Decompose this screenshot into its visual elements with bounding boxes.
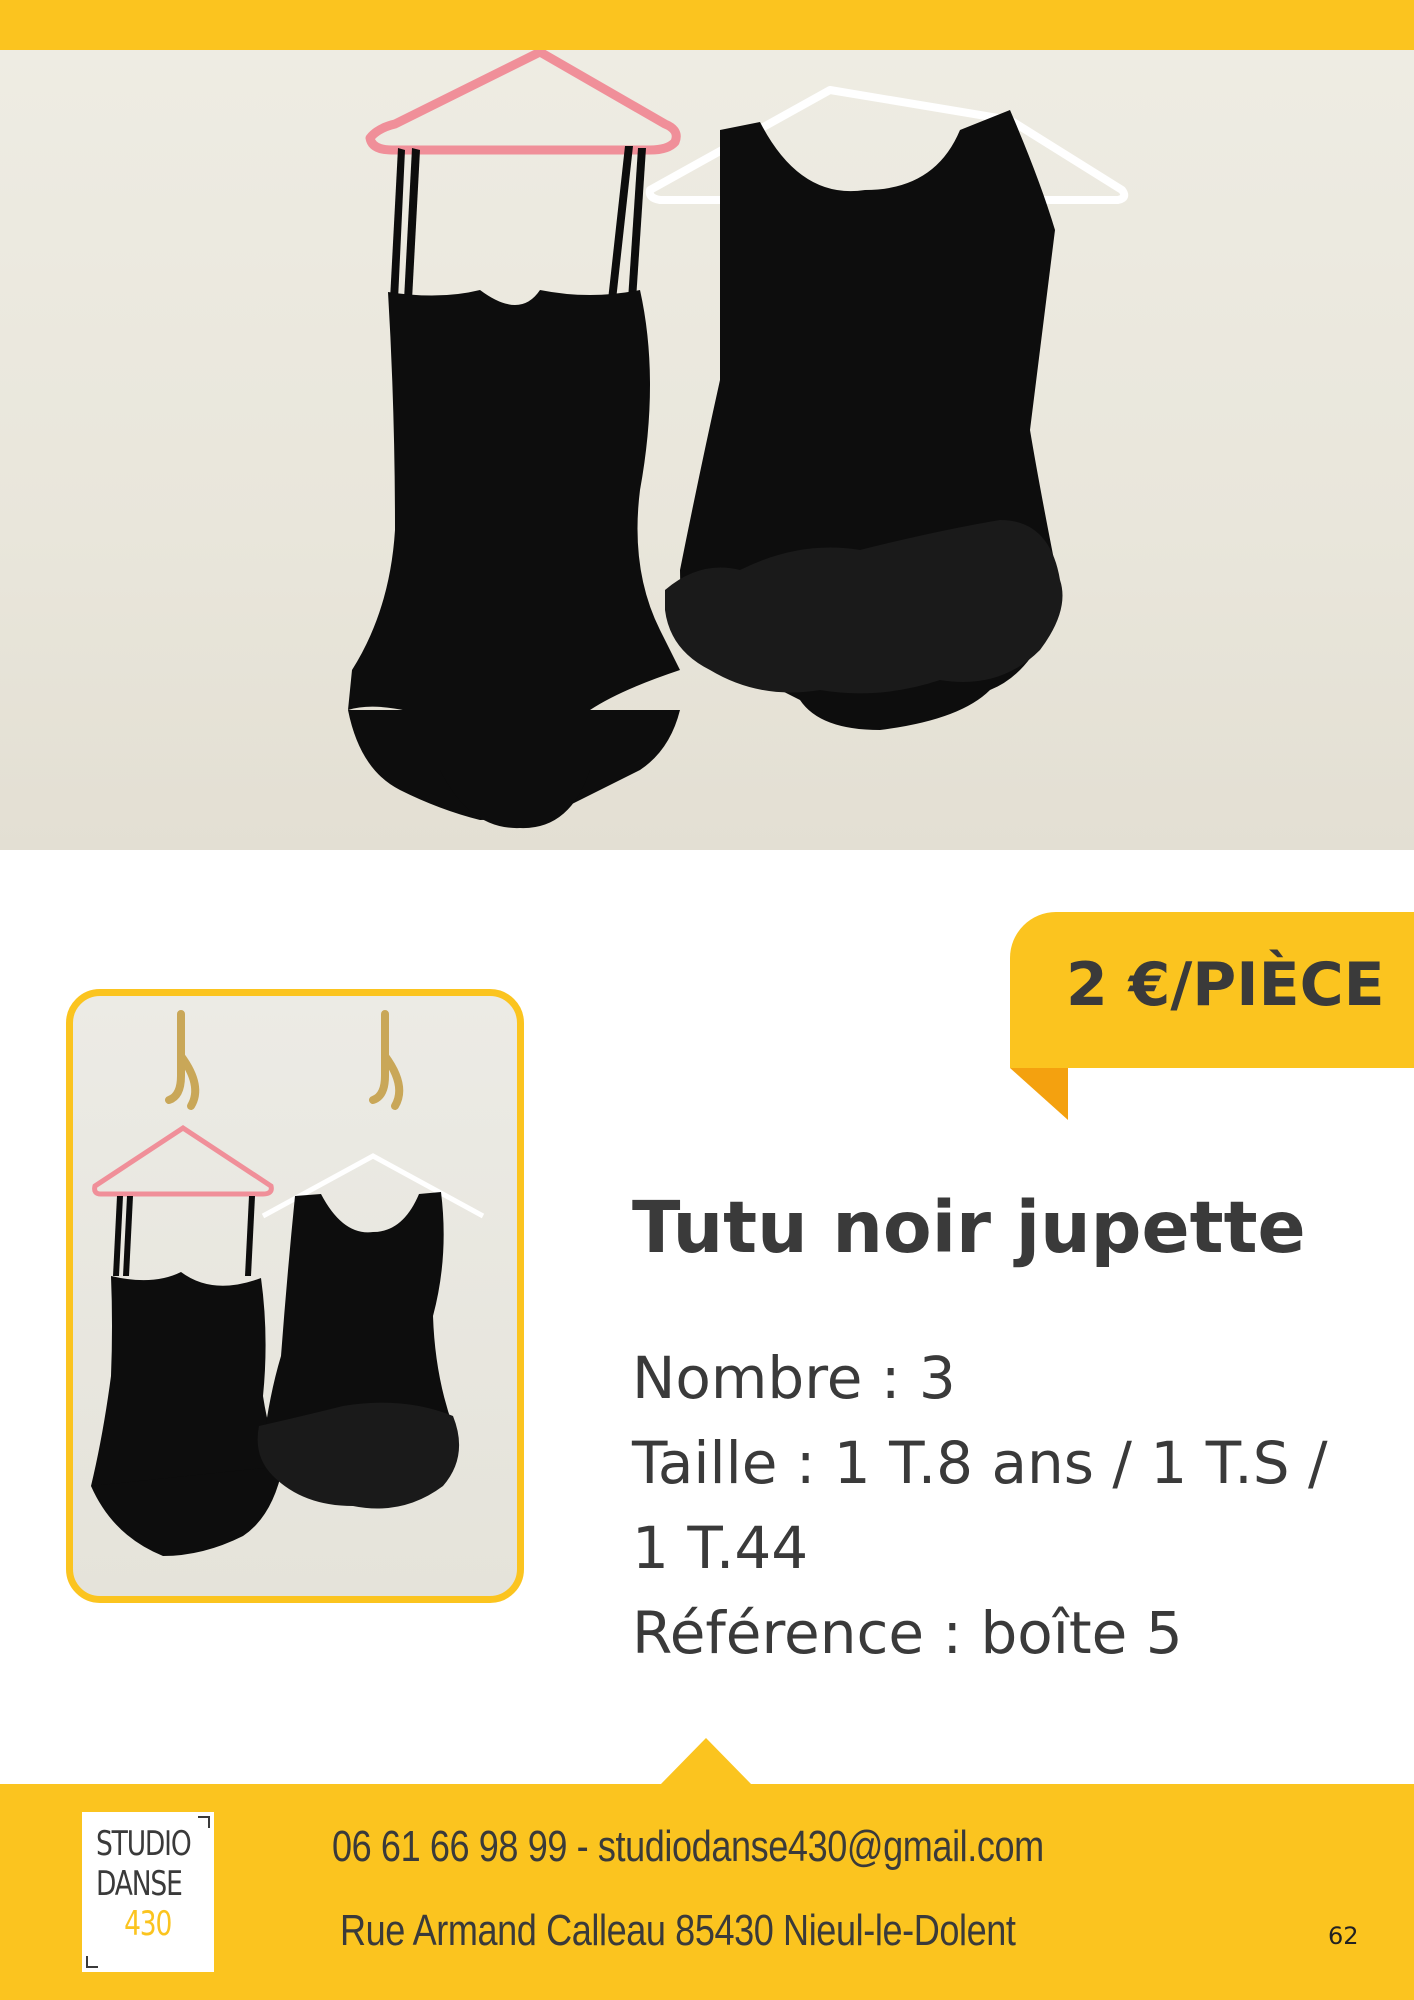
logo-corner-top-right [198,1816,210,1828]
logo-text: STUDIO DANSE 430 [96,1824,192,1944]
studio-logo: STUDIO DANSE 430 [82,1812,214,1972]
address-line: Rue Armand Calleau 85430 Nieul-le-Dolent [340,1906,1016,1955]
pink-hanger-icon [365,50,681,155]
product-details: Nombre : 3 Taille : 1 T.8 ans / 1 T.S / … [632,1336,1352,1676]
product-title: Tutu noir jupette [632,1186,1306,1269]
right-leotard-icon [665,110,1063,730]
logo-line-3: 430 [124,1904,172,1944]
thumbnail-photo [66,989,524,1603]
page-number: 62 [1328,1922,1359,1950]
size-line-2: 1 T.44 [632,1514,809,1582]
left-leotard-icon [91,1196,283,1556]
left-leotard-icon [348,146,680,829]
footer-notch [660,1738,752,1785]
top-accent-bar [0,0,1414,50]
leotards-thumbnail-illustration [91,1010,485,1556]
gold-hook-icon [165,1010,404,1110]
right-leotard-icon [257,1192,460,1509]
leotards-photo-illustration [348,50,1129,829]
price-label: 2 €/PIÈCE [1066,950,1385,1020]
logo-line-2: DANSE [96,1864,183,1904]
reference-line: Référence : boîte 5 [632,1599,1183,1667]
hero-photo [0,50,1414,850]
size-line-1: Taille : 1 T.8 ans / 1 T.S / [632,1429,1328,1497]
pink-hanger-icon [92,1125,274,1197]
logo-corner-bottom-left [86,1956,98,1968]
price-tag-fold [1010,1068,1068,1120]
count-line: Nombre : 3 [632,1344,956,1412]
logo-line-1: STUDIO [96,1824,192,1864]
contact-line: 06 61 66 98 99 - studiodanse430@gmail.co… [332,1822,1044,1871]
